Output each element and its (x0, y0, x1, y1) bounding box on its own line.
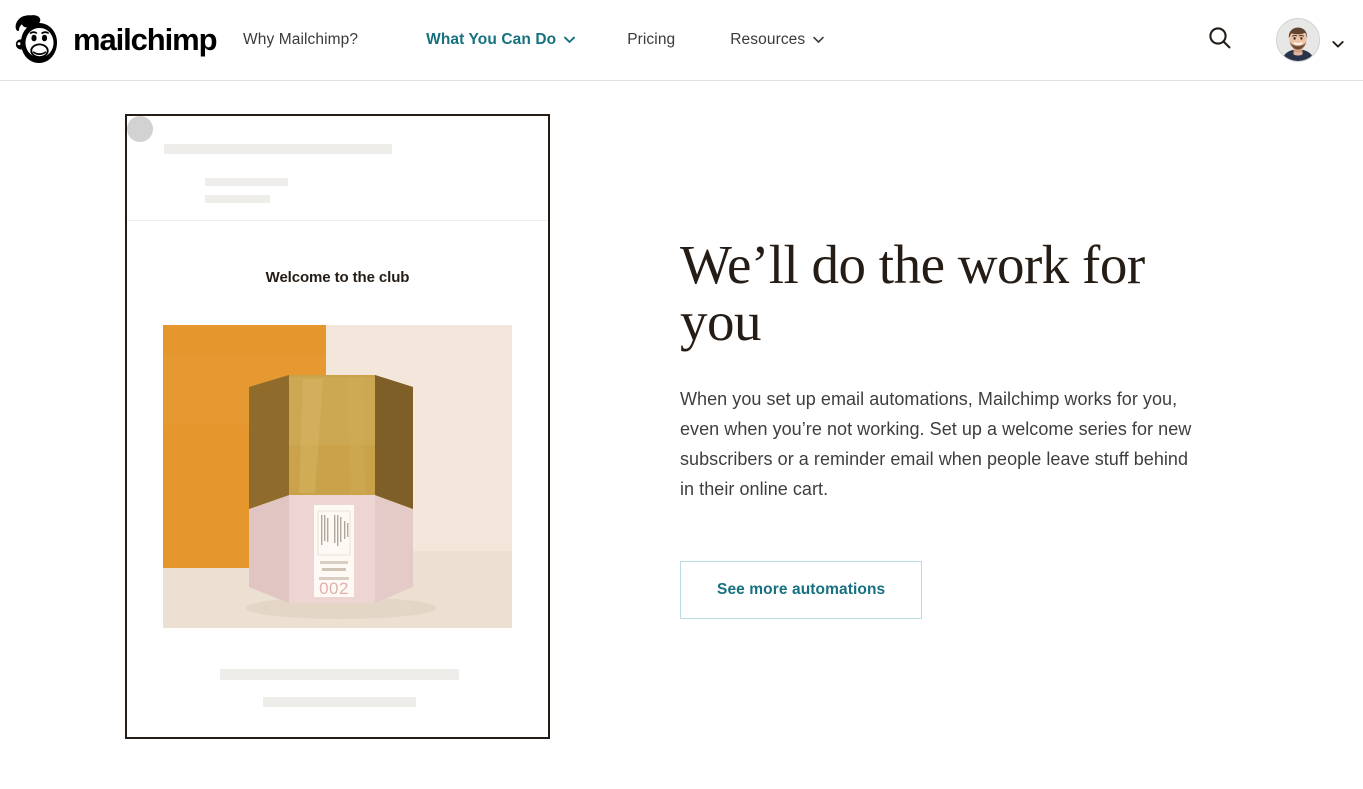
mailchimp-logo[interactable]: mailchimp (10, 12, 219, 68)
skeleton-subject-bar (164, 144, 392, 154)
nav-item-label: What You Can Do (426, 31, 557, 48)
email-preview-header (127, 116, 548, 221)
chevron-down-icon (564, 36, 576, 46)
skeleton-avatar (127, 116, 153, 142)
skeleton-recipient-line (205, 195, 270, 203)
nav-item-pricing[interactable]: Pricing (627, 25, 675, 55)
nav-item-why-mailchimp[interactable]: Why Mailchimp? (243, 25, 358, 55)
skeleton-body-bar-1 (220, 669, 459, 680)
primary-navigation: Why Mailchimp? What You Can Do Pricing R… (243, 0, 825, 80)
nav-item-label: Pricing (627, 31, 676, 48)
product-photo: 002 (163, 325, 512, 628)
freddie-monkey-logo-icon (10, 12, 68, 68)
search-icon (1207, 25, 1233, 56)
nav-item-label: Resources (730, 31, 806, 48)
email-preview-card: Welcome to the club 002 (125, 114, 550, 739)
nav-item-what-you-can-do[interactable]: What You Can Do (426, 25, 576, 55)
nav-item-label: Why Mailchimp? (243, 31, 359, 48)
page-title: We’ll do the work for you (680, 234, 1145, 352)
account-menu-button[interactable] (1276, 18, 1344, 62)
chevron-down-icon (813, 36, 825, 46)
skeleton-sender-line (205, 178, 288, 186)
see-more-automations-button[interactable]: See more automations (680, 561, 923, 619)
svg-text:mailchimp: mailchimp (73, 23, 217, 57)
header-actions (1200, 0, 1344, 80)
feature-content: We’ll do the work for you When you set u… (680, 236, 1200, 619)
nav-item-resources[interactable]: Resources (730, 25, 825, 55)
body-text: When you set up email automations, Mailc… (680, 389, 1192, 499)
skeleton-body-bar-2 (263, 697, 416, 707)
chevron-down-icon (1332, 36, 1344, 48)
search-button[interactable] (1200, 20, 1240, 60)
product-label-number: 002 (319, 579, 349, 598)
email-preview-title: Welcome to the club (265, 269, 410, 286)
site-header: mailchimp Why Mailchimp? What You Can Do… (0, 0, 1363, 81)
avatar (1276, 18, 1320, 62)
mailchimp-wordmark: mailchimp (73, 23, 219, 57)
